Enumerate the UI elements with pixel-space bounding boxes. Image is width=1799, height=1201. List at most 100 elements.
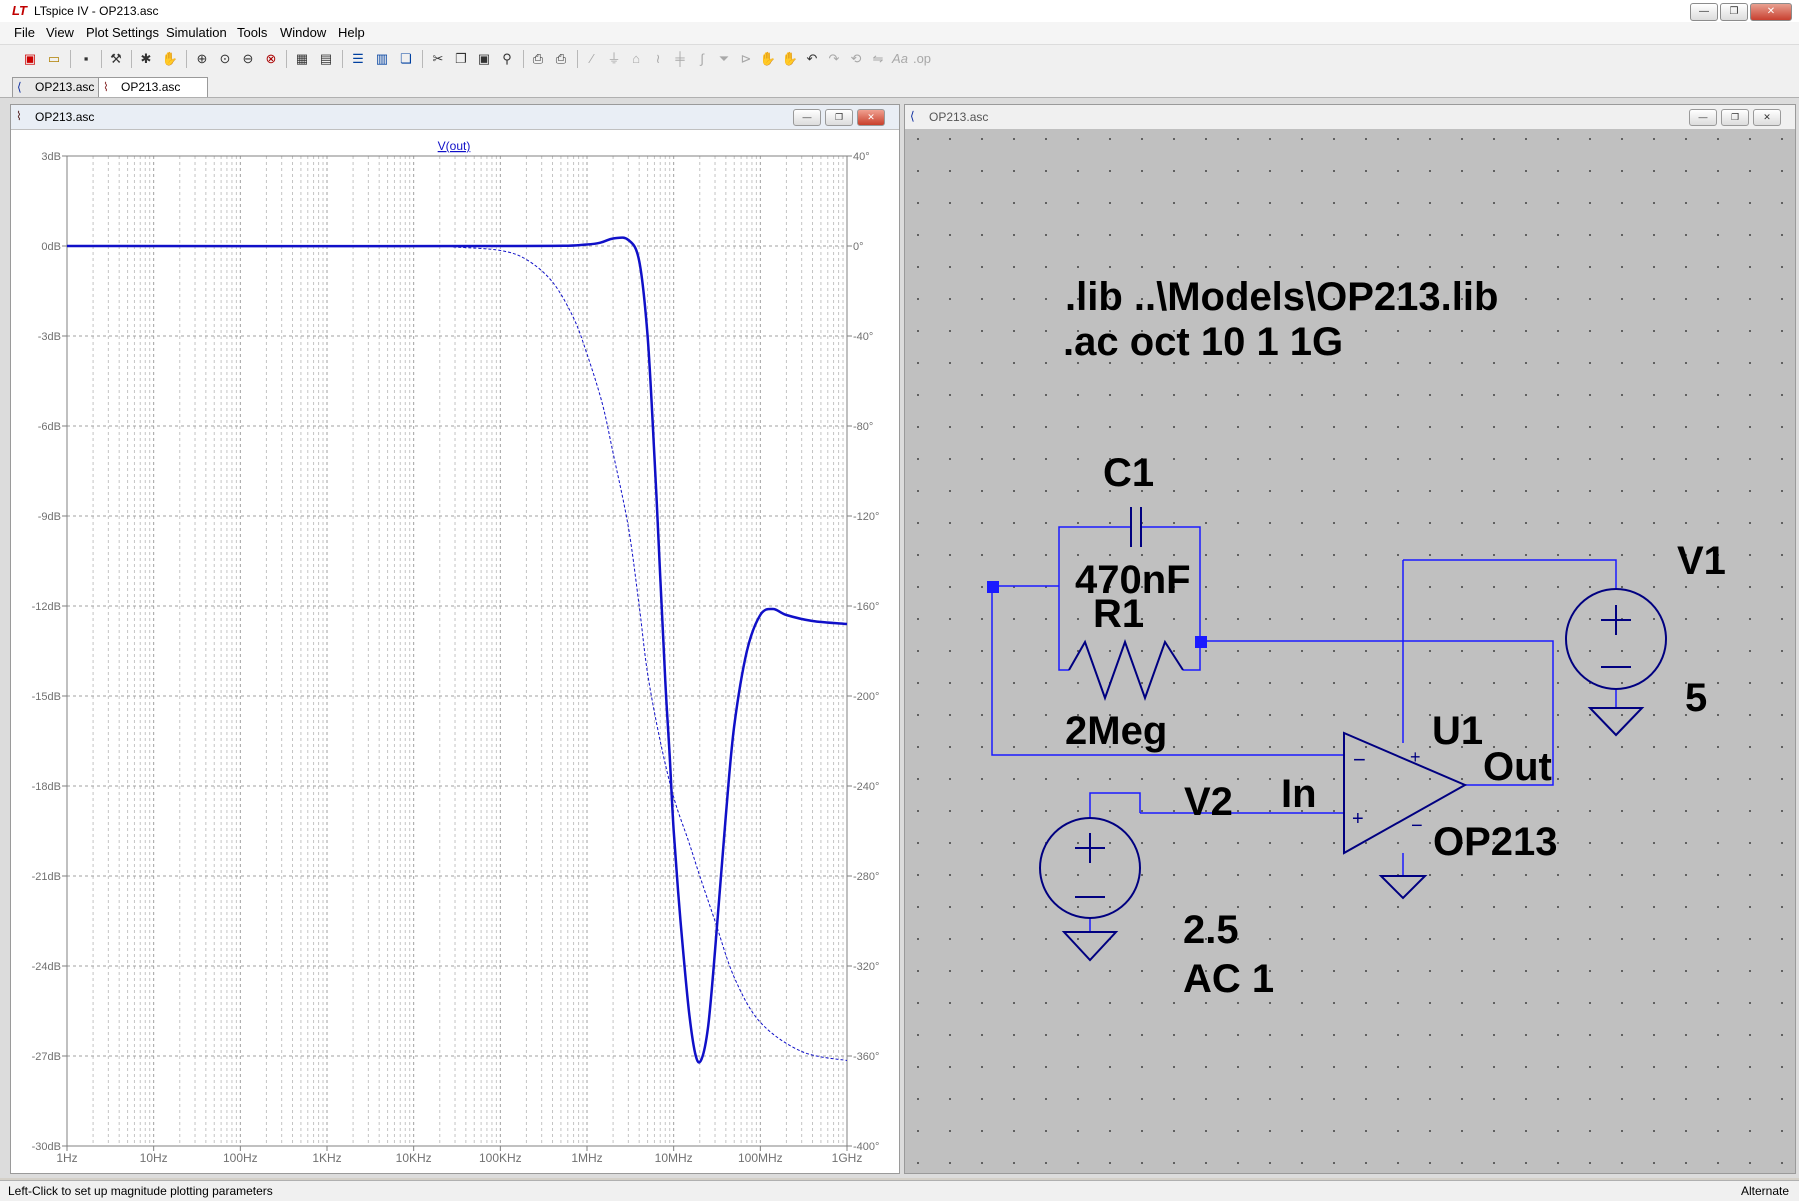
v1-label[interactable]: V1 (1677, 539, 1726, 583)
document-tab-bar: ⟨ OP213.asc ⌇ OP213.asc (0, 75, 1799, 98)
spice-directive-lib[interactable]: .lib ..\Models\OP213.lib (1065, 275, 1498, 319)
plot-minimize-button[interactable]: — (793, 109, 821, 126)
status-bar: Left-Click to set up magnitude plotting … (0, 1180, 1799, 1201)
inverting-input-symbol: − (1353, 747, 1366, 772)
y-right-tick-label: -40° (853, 331, 873, 343)
pan-hand-icon[interactable]: ✋ (160, 49, 180, 69)
move-hand-icon[interactable]: ✋ (758, 49, 778, 69)
tab-waveform[interactable]: ⌇ OP213.asc (98, 77, 208, 97)
mdi-workspace: ⌇ OP213.asc — ❐ ✕ 3dB 0dB -3dB -6dB -9dB -12d… (0, 98, 1799, 1178)
y-right-tick-label: 40° (853, 151, 870, 163)
schematic-restore-button[interactable]: ❐ (1721, 109, 1749, 126)
x-tick-label: 10Hz (140, 1151, 168, 1165)
print-icon[interactable]: ⎙ (551, 49, 571, 69)
schematic-icon: ⟨ (17, 80, 22, 94)
spice-directive-icon[interactable]: .op (912, 49, 932, 69)
schematic-window-title-bar[interactable]: ⟨ OP213.asc — ❐ ✕ (905, 105, 1795, 130)
y-left-tick-label: -3dB (38, 331, 61, 343)
minimize-button[interactable]: — (1690, 3, 1718, 21)
drag-hand-icon[interactable]: ✋ (780, 49, 800, 69)
cascade-icon[interactable]: ❏ (396, 49, 416, 69)
junction-dot (987, 581, 999, 593)
open-folder-icon[interactable]: ▭ (44, 49, 64, 69)
menu-file[interactable]: File (14, 25, 35, 40)
y-right-tick-label: -200° (853, 691, 879, 703)
rotate-icon[interactable]: ⟲ (846, 49, 866, 69)
undo-icon[interactable]: ↶ (802, 49, 822, 69)
save-icon[interactable]: ▪ (76, 49, 96, 69)
autorange-icon[interactable]: ▦ (292, 49, 312, 69)
y-left-tick-label: 0dB (41, 241, 61, 253)
menu-simulation[interactable]: Simulation (166, 25, 227, 40)
menu-window[interactable]: Window (280, 25, 326, 40)
v1-value[interactable]: 5 (1685, 676, 1707, 720)
mirror-icon[interactable]: ⇋ (868, 49, 888, 69)
new-schematic-icon[interactable]: ▣ (20, 49, 40, 69)
capacitor-icon[interactable]: ╪ (670, 49, 690, 69)
inductor-icon[interactable]: ∫ (692, 49, 712, 69)
noninverting-input-symbol: + (1352, 808, 1364, 830)
y-right-tick-label: -240° (853, 781, 879, 793)
y-right-tick-label: -360° (853, 1051, 879, 1063)
menu-help[interactable]: Help (338, 25, 365, 40)
u1-label[interactable]: U1 (1432, 709, 1483, 753)
r1-label[interactable]: R1 (1093, 592, 1144, 636)
y-left-tick-label: -18dB (32, 781, 61, 793)
zoom-fit-icon[interactable]: ⊗ (261, 49, 281, 69)
menu-plot-settings[interactable]: Plot Settings (86, 25, 159, 40)
spice-directive-ac[interactable]: .ac oct 10 1 1G (1063, 320, 1343, 364)
r1-value[interactable]: 2Meg (1065, 709, 1167, 753)
run-icon[interactable]: ✱ (136, 49, 156, 69)
y-right-tick-label: -280° (853, 871, 879, 883)
label-net-icon[interactable]: ⌂ (626, 49, 646, 69)
v2-ac-value[interactable]: AC 1 (1183, 957, 1274, 1001)
zoom-out-icon[interactable]: ⊖ (238, 49, 258, 69)
schematic-window-title: OP213.asc (929, 110, 989, 124)
tab-schematic[interactable]: ⟨ OP213.asc (12, 77, 108, 97)
text-icon[interactable]: Aa (890, 49, 910, 69)
v2-value[interactable]: 2.5 (1183, 908, 1239, 952)
close-button[interactable]: ✕ (1750, 3, 1792, 21)
zoom-in-icon[interactable]: ⊕ (192, 49, 212, 69)
component-icon[interactable]: ⊳ (736, 49, 756, 69)
schematic-canvas[interactable]: .lib ..\Models\OP213.lib .ac oct 10 1 1G (905, 130, 1795, 1173)
net-label-out[interactable]: Out (1483, 745, 1552, 789)
trace-label-vout[interactable]: V(out) (438, 139, 471, 153)
zoom-pan-icon[interactable]: ⊙ (215, 49, 235, 69)
x-tick-label: 1KHz (312, 1151, 341, 1165)
ground-icon[interactable]: ⏚ (604, 49, 624, 69)
find-icon[interactable]: ⚲ (497, 49, 517, 69)
plot-window-title-bar[interactable]: ⌇ OP213.asc — ❐ ✕ (11, 105, 899, 130)
y-left-tick-label: -12dB (32, 601, 61, 613)
menu-tools[interactable]: Tools (237, 25, 267, 40)
plot-close-button[interactable]: ✕ (857, 109, 885, 126)
wire-icon[interactable]: ∕ (582, 49, 602, 69)
x-tick-label: 1MHz (571, 1151, 602, 1165)
paste-icon[interactable]: ▣ (474, 49, 494, 69)
resistor-icon[interactable]: ≀ (648, 49, 668, 69)
print-preview-icon[interactable]: ⎙ (528, 49, 548, 69)
junction-dot (1195, 636, 1207, 648)
copy-icon[interactable]: ❐ (451, 49, 471, 69)
plot-restore-button[interactable]: ❐ (825, 109, 853, 126)
schematic-close-button[interactable]: ✕ (1753, 109, 1781, 126)
tile-vertical-icon[interactable]: ▥ (372, 49, 392, 69)
tile-horizontal-icon[interactable]: ☰ (348, 49, 368, 69)
grid-icon[interactable]: ▤ (316, 49, 336, 69)
y-left-tick-label: 3dB (41, 151, 61, 163)
net-label-in[interactable]: In (1281, 772, 1317, 816)
v2-label[interactable]: V2 (1184, 780, 1233, 824)
redo-icon[interactable]: ↷ (824, 49, 844, 69)
schematic-minimize-button[interactable]: — (1689, 109, 1717, 126)
bode-plot[interactable]: 3dB 0dB -3dB -6dB -9dB -12dB -15dB -18dB -21dB -2… (11, 130, 899, 1173)
control-panel-icon[interactable]: ⚒ (106, 49, 126, 69)
c1-label[interactable]: C1 (1103, 451, 1154, 495)
restore-button[interactable]: ❐ (1720, 3, 1748, 21)
diode-icon[interactable]: ⏷ (714, 49, 734, 69)
menu-view[interactable]: View (46, 25, 74, 40)
schematic-window: ⟨ OP213.asc — ❐ ✕ .lib ..\Models\OP213.l… (904, 104, 1796, 1174)
x-tick-label: 100MHz (738, 1151, 783, 1165)
menu-bar: File View Plot Settings Simulation Tools… (0, 22, 1799, 44)
u1-value[interactable]: OP213 (1433, 820, 1558, 864)
cut-icon[interactable]: ✂ (428, 49, 448, 69)
